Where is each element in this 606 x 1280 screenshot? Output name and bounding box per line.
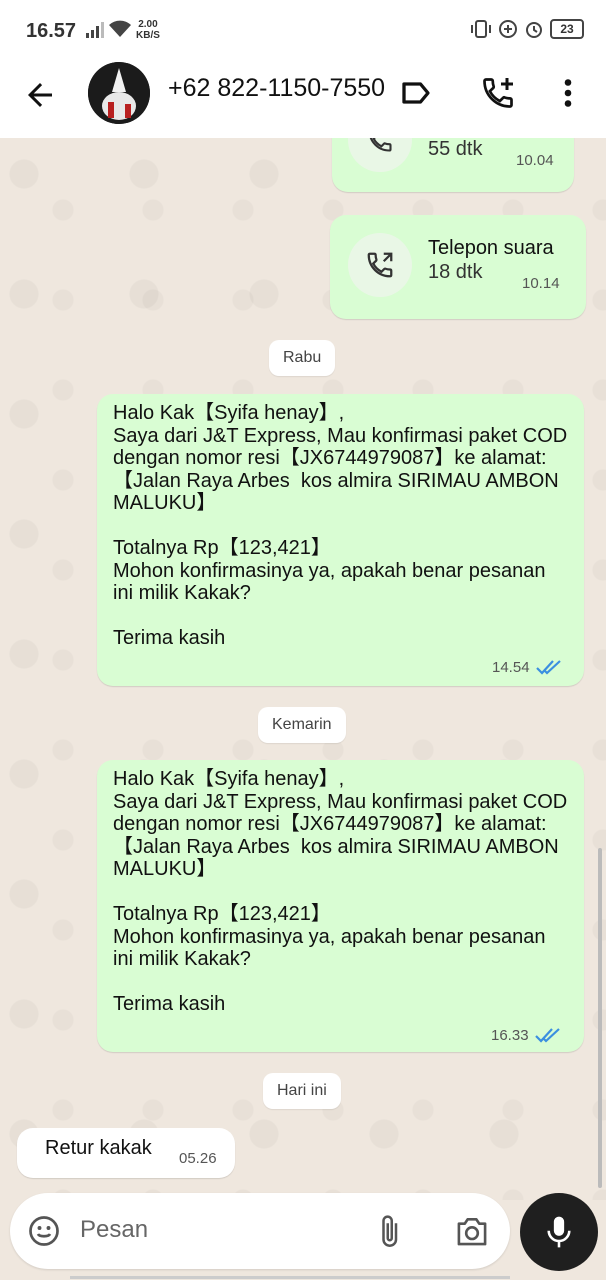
- emoji-icon[interactable]: [26, 1213, 62, 1249]
- call-icon-container: [348, 138, 412, 172]
- mic-icon: [547, 1216, 571, 1248]
- call-icon-container: [348, 233, 412, 297]
- alarm-icon: [526, 22, 542, 38]
- message-input-bar[interactable]: Pesan: [10, 1193, 510, 1269]
- call-duration: 18 dtk: [428, 261, 483, 283]
- chat-header: +62 822-1150-7550: [0, 60, 606, 138]
- message-meta: 16.33: [491, 1026, 563, 1044]
- message-time: 14.54: [492, 658, 530, 676]
- double-check-icon: [534, 1028, 560, 1043]
- data-saver-icon: [499, 20, 517, 38]
- label-icon[interactable]: [398, 75, 434, 111]
- add-call-icon[interactable]: [480, 75, 516, 111]
- date-separator: Rabu: [269, 340, 336, 376]
- double-check-icon: [535, 660, 561, 675]
- mic-button[interactable]: [520, 1193, 598, 1271]
- back-arrow-icon[interactable]: [22, 77, 58, 113]
- more-vert-icon[interactable]: [552, 75, 584, 111]
- message-time: 05.26: [179, 1150, 217, 1167]
- nav-gesture-bar: [70, 1276, 510, 1279]
- message-text: Halo Kak【Syifa henay】, Saya dari J&T Exp…: [113, 768, 568, 1015]
- call-time: 10.04: [516, 152, 554, 169]
- chat-area[interactable]: 55 dtk 10.04 Telepon suara 18 dtk 10.14 …: [0, 138, 606, 1200]
- message-input[interactable]: Pesan: [80, 1216, 148, 1244]
- status-time: 16.57: [26, 20, 77, 42]
- wifi-icon: [109, 20, 131, 37]
- call-bubble[interactable]: 55 dtk 10.04: [332, 138, 574, 192]
- call-icon: [369, 138, 392, 152]
- call-duration: 55 dtk: [428, 138, 483, 160]
- date-separator: Kemarin: [258, 707, 346, 743]
- date-separator: Hari ini: [263, 1073, 341, 1109]
- message-meta: 14.54: [492, 658, 564, 676]
- message-time: 16.33: [491, 1026, 529, 1044]
- message-text: Retur kakak: [45, 1137, 152, 1159]
- camera-icon[interactable]: [454, 1215, 490, 1247]
- scrollbar[interactable]: [598, 848, 602, 1188]
- status-bar: 16.57 2.00 KB/S 23: [0, 0, 606, 60]
- network-speed: 2.00 KB/S: [136, 19, 160, 41]
- signal-icon: [86, 22, 104, 38]
- call-bubble[interactable]: Telepon suara 18 dtk 10.14: [330, 215, 586, 319]
- attach-icon[interactable]: [376, 1213, 406, 1251]
- message-text: Halo Kak【Syifa henay】, Saya dari J&T Exp…: [113, 402, 568, 649]
- avatar[interactable]: [88, 62, 150, 124]
- call-icon: [367, 252, 393, 278]
- message-bubble[interactable]: Halo Kak【Syifa henay】, Saya dari J&T Exp…: [97, 394, 584, 686]
- message-bubble-incoming[interactable]: Retur kakak 05.26: [17, 1128, 235, 1178]
- vibrate-icon: [471, 20, 491, 38]
- message-bubble[interactable]: Halo Kak【Syifa henay】, Saya dari J&T Exp…: [97, 760, 584, 1052]
- contact-name[interactable]: +62 822-1150-7550: [168, 74, 385, 103]
- battery-indicator: 23: [550, 19, 584, 39]
- call-time: 10.14: [522, 275, 560, 292]
- call-title: Telepon suara: [428, 237, 554, 259]
